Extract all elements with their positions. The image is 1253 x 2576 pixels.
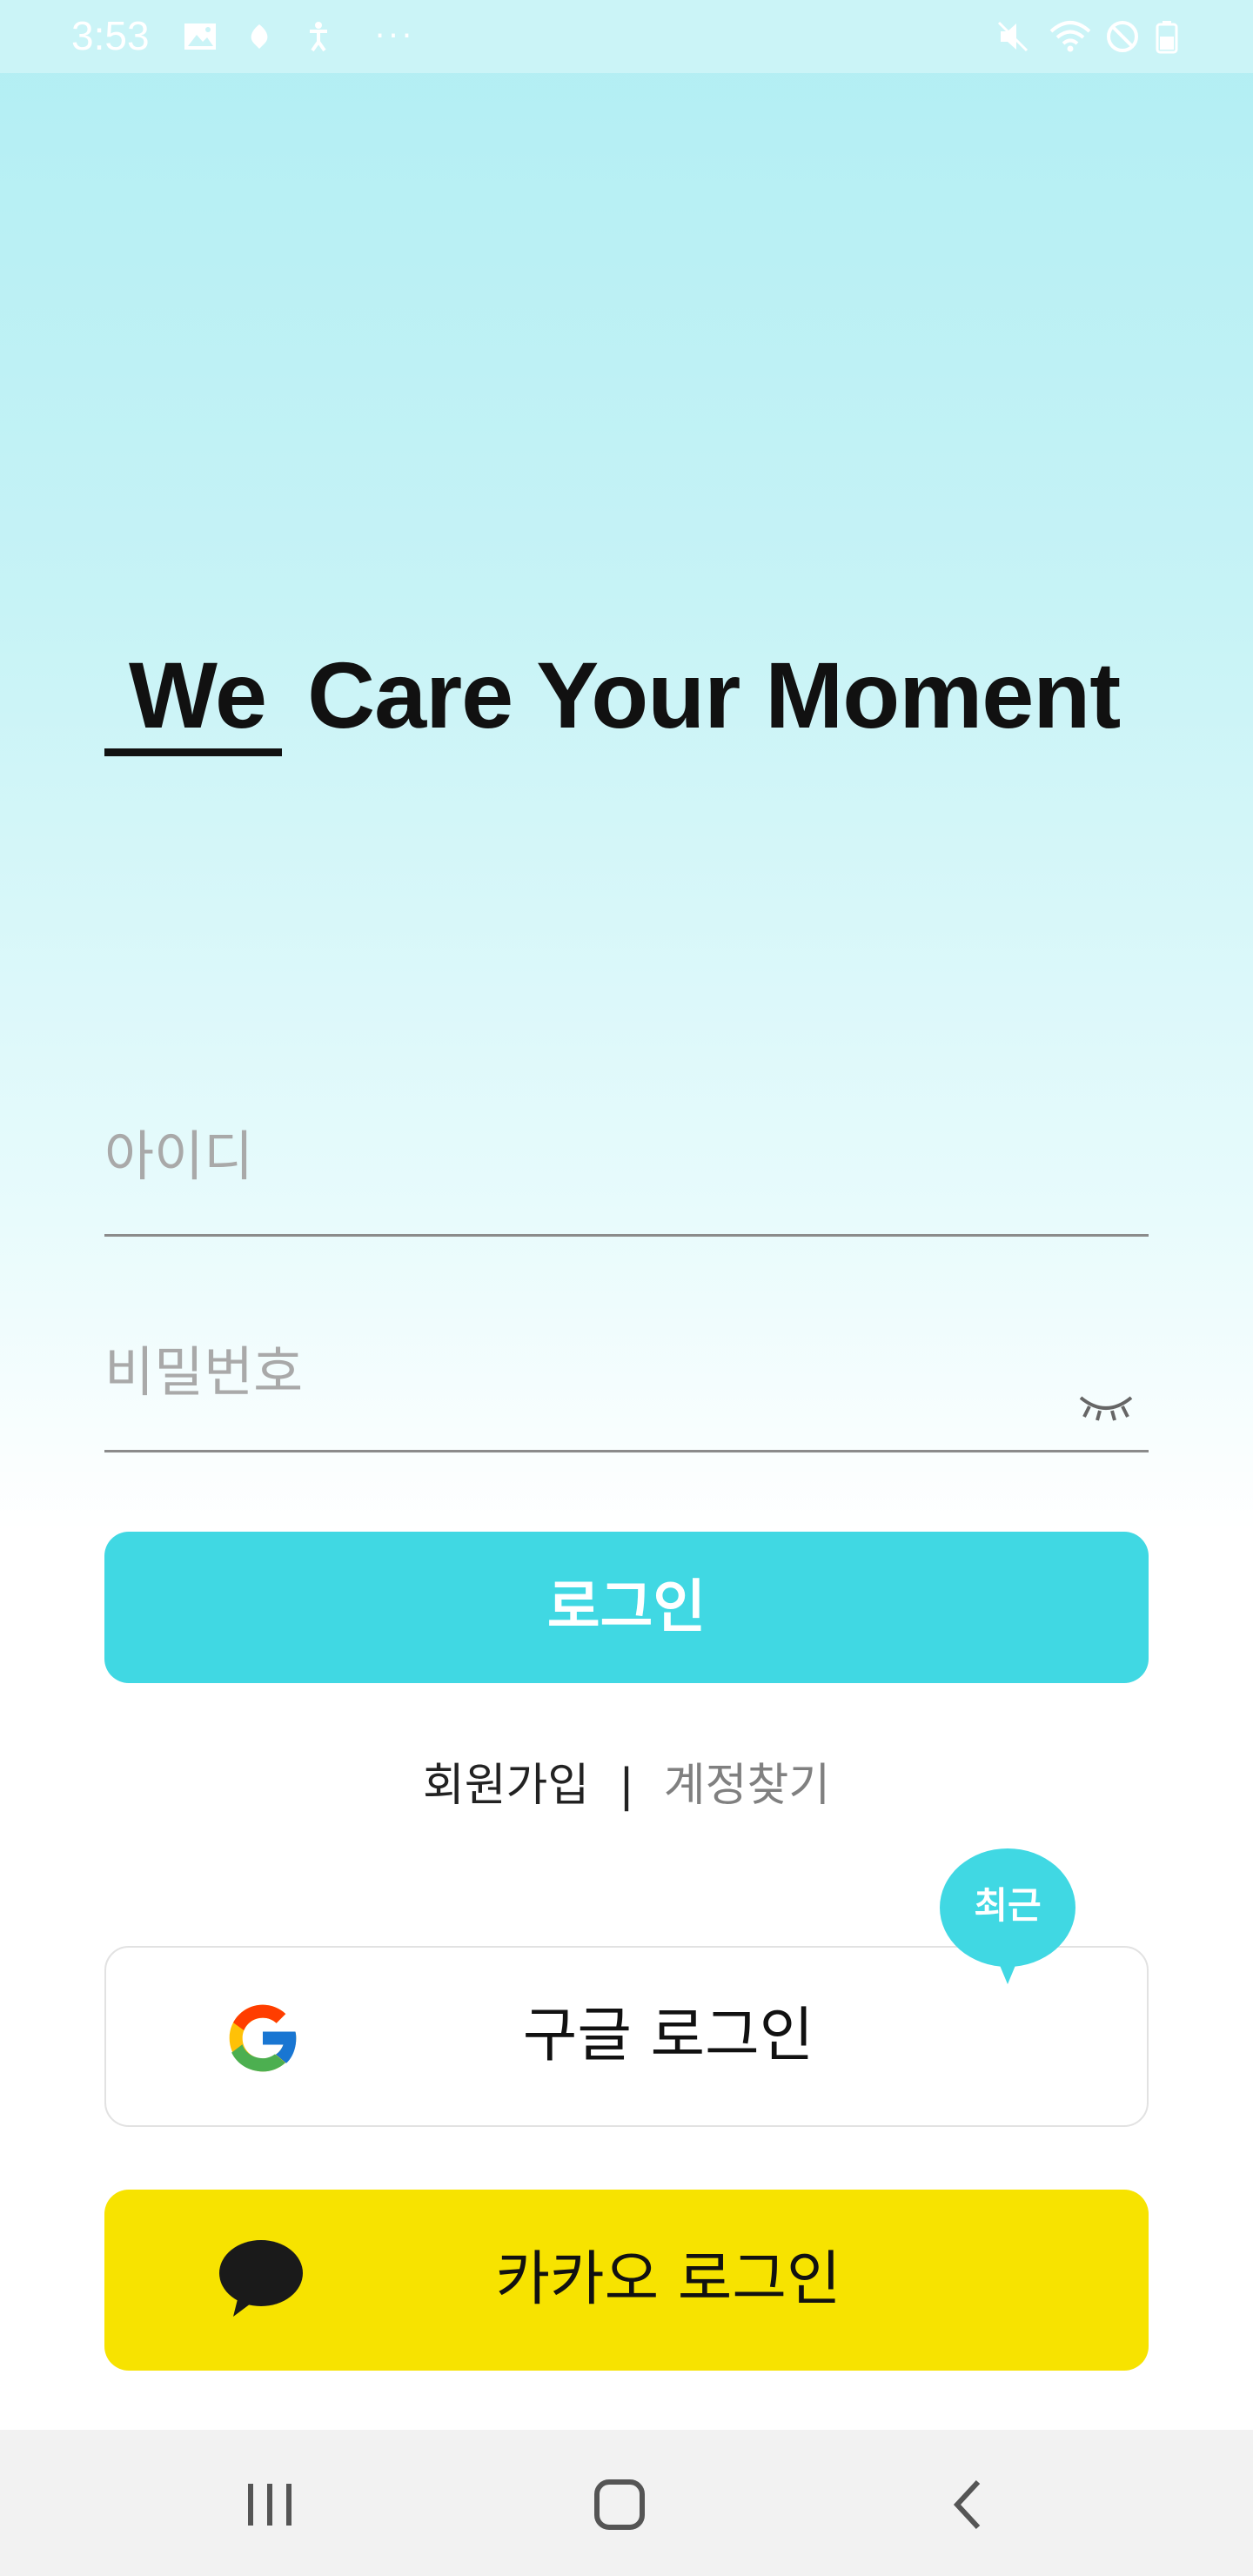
recent-apps-icon[interactable] — [228, 2463, 312, 2546]
accessibility-icon — [310, 22, 327, 52]
login-button[interactable]: 로그인 — [104, 1532, 1149, 1683]
kakao-login-button[interactable]: 카카오 로그인 — [104, 2190, 1149, 2371]
more-dots-icon: ··· — [374, 18, 416, 54]
battery-icon — [1156, 21, 1178, 54]
leaf-icon — [251, 24, 268, 49]
password-input[interactable] — [104, 1340, 1149, 1404]
links-separator: | — [619, 1760, 634, 1812]
account-links: 회원가입 | 계정찾기 — [0, 1754, 1253, 1817]
google-login-label: 구글 로그인 — [522, 2002, 814, 2070]
blocked-icon — [1107, 21, 1138, 52]
recent-badge: 최근 — [940, 1848, 1075, 1984]
headline-we: We — [104, 641, 283, 756]
status-time: 3:53 — [71, 13, 150, 58]
headline: We Care Your Moment — [104, 641, 1175, 756]
gallery-icon — [184, 23, 216, 50]
mute-icon — [997, 21, 1029, 52]
login-screen: 3:53 ··· We Care Your Moment 아이디 로그인 회원가… — [0, 0, 1253, 2576]
eye-closed-icon[interactable] — [1077, 1391, 1135, 1422]
password-field[interactable] — [104, 1340, 1149, 1452]
navigation-bar — [0, 2430, 1253, 2576]
signup-link[interactable]: 회원가입 — [423, 1760, 589, 1812]
kakao-login-label: 카카오 로그인 — [495, 2245, 841, 2314]
id-input[interactable] — [104, 1124, 1149, 1188]
home-icon[interactable] — [578, 2463, 661, 2546]
find-account-link[interactable]: 계정찾기 — [664, 1760, 830, 1812]
wifi-icon — [1049, 21, 1091, 52]
headline-rest: Care Your Moment — [282, 642, 1121, 748]
back-icon[interactable] — [928, 2463, 1011, 2546]
google-login-button[interactable]: 구글 로그인 — [104, 1946, 1149, 2127]
id-field[interactable] — [104, 1124, 1149, 1237]
status-bar: 3:53 ··· — [0, 0, 1253, 73]
